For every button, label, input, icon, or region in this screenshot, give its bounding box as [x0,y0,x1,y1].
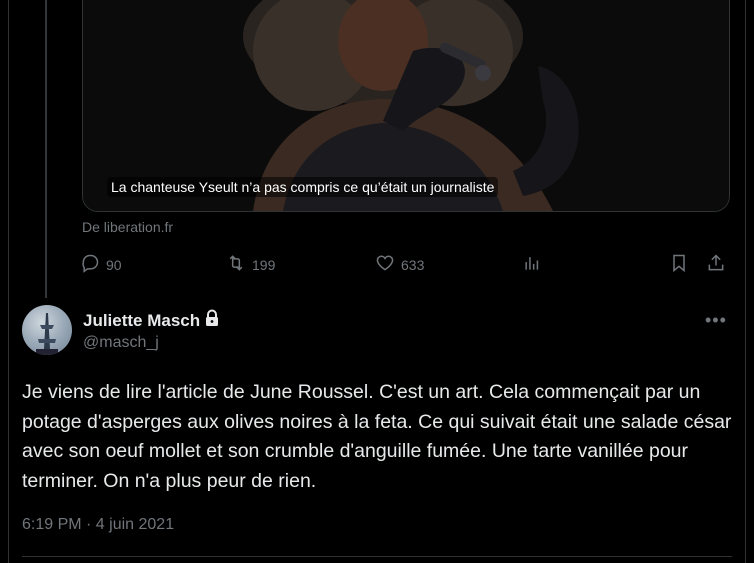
left-frame-border [8,0,9,563]
reply-icon [80,253,100,276]
retweet-count: 199 [252,256,276,273]
link-source[interactable]: De liberation.fr [82,219,173,235]
share-button[interactable] [706,253,726,276]
link-card[interactable]: La chanteuse Yseult n’a pas compris ce q… [82,0,730,212]
tweet-text: Je viens de lire l'article de June Rouss… [22,381,732,492]
tweet-timestamp[interactable]: 6:19 PM · 4 juin 2021 [22,516,174,534]
like-button[interactable]: 633 [375,253,424,276]
views-icon [522,253,542,276]
lock-icon [204,309,220,332]
more-icon[interactable]: ••• [705,310,727,331]
author-display-name: Juliette Masch [83,310,201,330]
divider [22,556,732,557]
link-card-caption: La chanteuse Yseult n’a pas compris ce q… [107,177,499,197]
tweet-actions-bar: 90 199 633 [80,253,730,277]
right-frame-border [745,0,746,563]
thread-connector-line [45,0,47,298]
avatar-image [36,313,58,355]
bookmark-button[interactable] [669,253,689,276]
like-count: 633 [401,256,425,273]
bookmark-icon [669,253,689,276]
views-button[interactable] [522,253,542,276]
heart-icon [375,253,395,276]
retweet-icon [226,253,246,276]
avatar[interactable] [22,305,72,355]
author-handle[interactable]: @masch_j [83,334,159,352]
retweet-button[interactable]: 199 [226,253,275,276]
share-icon [706,253,726,276]
author-name-row[interactable]: Juliette Masch [83,309,220,332]
reply-count: 90 [106,256,122,273]
reply-button[interactable]: 90 [80,253,122,276]
